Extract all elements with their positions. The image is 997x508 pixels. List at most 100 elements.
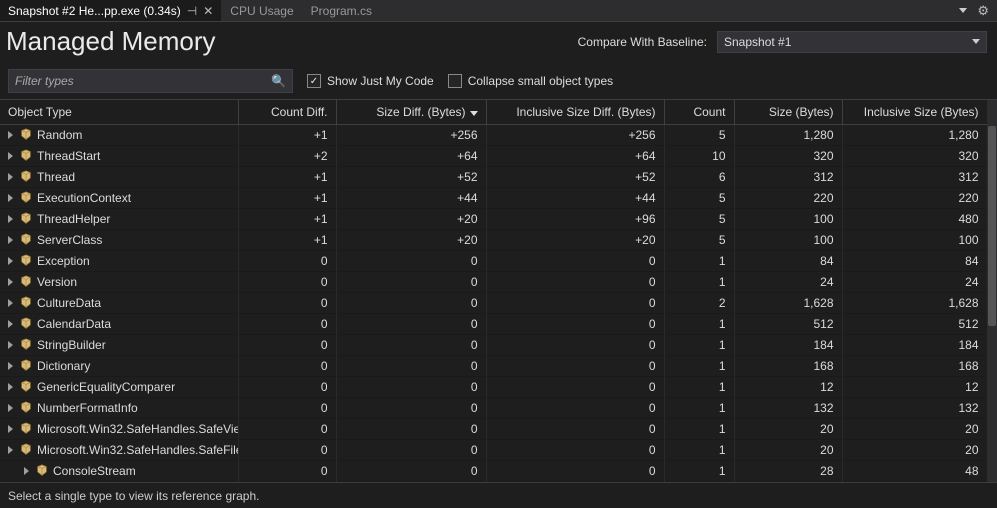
table-row[interactable]: Dictionary0001168168 [0, 355, 987, 376]
expand-icon[interactable] [8, 194, 13, 202]
expand-icon[interactable] [8, 425, 13, 433]
cell-count: 5 [664, 124, 734, 145]
search-icon: 🔍 [271, 74, 286, 88]
tab-snapshot[interactable]: Snapshot #2 He...pp.exe (0.34s) ⊣ ✕ [0, 0, 222, 21]
table-row[interactable]: ExecutionContext+1+44+445220220 [0, 187, 987, 208]
close-icon[interactable]: ✕ [203, 4, 213, 18]
expand-icon[interactable] [8, 131, 13, 139]
tab-label: CPU Usage [230, 4, 293, 18]
class-icon [19, 401, 33, 415]
type-name: Microsoft.Win32.SafeHandles.SafeFile... [37, 443, 238, 457]
table-row[interactable]: Random+1+256+25651,2801,280 [0, 124, 987, 145]
filter-placeholder: Filter types [15, 74, 74, 88]
cell-incl-size: 168 [842, 355, 987, 376]
table-row[interactable]: ConsoleStream00012848 [0, 460, 987, 481]
expand-icon[interactable] [8, 215, 13, 223]
expand-icon[interactable] [8, 341, 13, 349]
expand-icon[interactable] [8, 173, 13, 181]
class-icon [19, 296, 33, 310]
class-icon [19, 233, 33, 247]
checkbox-checked-icon: ✓ [307, 74, 321, 88]
cell-count-diff: 0 [238, 355, 336, 376]
col-size-diff[interactable]: Size Diff. (Bytes) [336, 100, 486, 124]
cell-size: 132 [734, 397, 842, 418]
expand-icon[interactable] [8, 404, 13, 412]
expand-icon[interactable] [8, 362, 13, 370]
table-row[interactable]: ThreadStart+2+64+6410320320 [0, 145, 987, 166]
col-count[interactable]: Count [664, 100, 734, 124]
cell-size-diff: 0 [336, 460, 486, 481]
cell-count-diff: 0 [238, 250, 336, 271]
cell-incl-size: 1,280 [842, 124, 987, 145]
cell-object-type: GenericEqualityComparer [0, 376, 238, 397]
expand-icon[interactable] [24, 467, 29, 475]
expand-icon[interactable] [8, 320, 13, 328]
expand-icon[interactable] [8, 383, 13, 391]
expand-icon[interactable] [8, 278, 13, 286]
type-name: Exception [37, 254, 90, 268]
expand-icon[interactable] [8, 152, 13, 160]
gear-icon[interactable]: ⚙ [977, 3, 989, 19]
cell-size: 84 [734, 250, 842, 271]
cell-size: 24 [734, 271, 842, 292]
table-row[interactable]: StringBuilder0001184184 [0, 334, 987, 355]
type-name: Thread [37, 170, 75, 184]
expand-icon[interactable] [8, 257, 13, 265]
show-just-my-code-checkbox[interactable]: ✓ Show Just My Code [307, 74, 434, 88]
table-row[interactable]: Version00012424 [0, 271, 987, 292]
col-object-type[interactable]: Object Type [0, 100, 238, 124]
table-row[interactable]: ThreadHelper+1+20+965100480 [0, 208, 987, 229]
pin-icon[interactable]: ⊣ [187, 4, 197, 18]
tab-cpu-usage[interactable]: CPU Usage [222, 0, 302, 21]
cell-incl-size-diff: 0 [486, 334, 664, 355]
cell-count: 2 [664, 292, 734, 313]
baseline-select[interactable]: Snapshot #1 [717, 31, 987, 53]
table-row[interactable]: CultureData00021,6281,628 [0, 292, 987, 313]
cell-object-type: StringBuilder [0, 334, 238, 355]
cell-incl-size: 84 [842, 250, 987, 271]
class-icon [19, 254, 33, 268]
cell-count-diff: +1 [238, 187, 336, 208]
cell-size-diff: 0 [336, 250, 486, 271]
cell-size-diff: 0 [336, 418, 486, 439]
tab-program-cs[interactable]: Program.cs [303, 0, 381, 21]
col-incl-size-diff[interactable]: Inclusive Size Diff. (Bytes) [486, 100, 664, 124]
col-incl-size[interactable]: Inclusive Size (Bytes) [842, 100, 987, 124]
cell-object-type: Dictionary [0, 355, 238, 376]
type-name: Version [37, 275, 77, 289]
cell-incl-size-diff: 0 [486, 439, 664, 460]
expand-icon[interactable] [8, 299, 13, 307]
col-count-diff[interactable]: Count Diff. [238, 100, 336, 124]
cell-size-diff: 0 [336, 313, 486, 334]
status-bar: Select a single type to view its referen… [0, 482, 997, 508]
expand-icon[interactable] [8, 236, 13, 244]
type-name: CalendarData [37, 317, 111, 331]
collapse-small-checkbox[interactable]: Collapse small object types [448, 74, 613, 88]
checkbox-label: Collapse small object types [468, 74, 613, 88]
page-title: Managed Memory [6, 26, 216, 57]
cell-count: 1 [664, 355, 734, 376]
table-row[interactable]: Microsoft.Win32.SafeHandles.SafeFile... 0… [0, 439, 987, 460]
cell-incl-size-diff: +256 [486, 124, 664, 145]
table-row[interactable]: Thread+1+52+526312312 [0, 166, 987, 187]
col-size[interactable]: Size (Bytes) [734, 100, 842, 124]
table-row[interactable]: Exception00018484 [0, 250, 987, 271]
tab-overflow-icon[interactable] [959, 8, 967, 13]
table-row[interactable]: GenericEqualityComparer00011212 [0, 376, 987, 397]
vertical-scrollbar[interactable] [987, 100, 997, 482]
cell-object-type: CalendarData [0, 313, 238, 334]
table-row[interactable]: CalendarData0001512512 [0, 313, 987, 334]
cell-incl-size-diff: +96 [486, 208, 664, 229]
cell-size-diff: 0 [336, 292, 486, 313]
table-row[interactable]: NumberFormatInfo0001132132 [0, 397, 987, 418]
filter-input[interactable]: Filter types 🔍 [8, 69, 293, 93]
expand-icon[interactable] [8, 446, 13, 454]
cell-object-type: Thread [0, 166, 238, 187]
cell-object-type: ExecutionContext [0, 187, 238, 208]
table-row[interactable]: ServerClass+1+20+205100100 [0, 229, 987, 250]
scrollbar-thumb[interactable] [988, 126, 996, 326]
cell-incl-size: 24 [842, 271, 987, 292]
table-row[interactable]: Microsoft.Win32.SafeHandles.SafeVie...00… [0, 418, 987, 439]
type-name: GenericEqualityComparer [37, 380, 175, 394]
cell-incl-size: 20 [842, 418, 987, 439]
